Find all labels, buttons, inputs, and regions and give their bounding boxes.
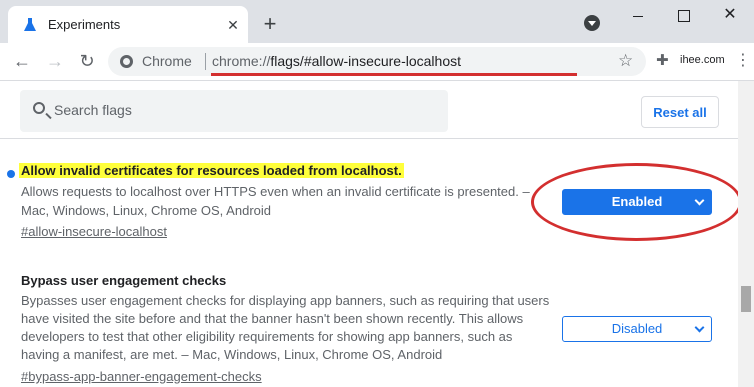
flask-icon xyxy=(24,18,36,31)
site-name: Chrome xyxy=(142,53,192,69)
flag-description-line: Mac, Windows, Linux, Chrome OS, Android xyxy=(21,203,271,218)
chrome-site-icon xyxy=(120,55,133,68)
flag-link-allow-insecure-localhost[interactable]: #allow-insecure-localhost xyxy=(21,224,167,239)
reload-icon[interactable]: ↻ xyxy=(77,51,97,71)
flag-description-line: Allows requests to localhost over HTTPS … xyxy=(21,184,530,199)
url-scheme: chrome:// xyxy=(212,53,271,69)
flag-description-line: developers to test that other eligibilit… xyxy=(21,329,513,344)
flags-header: Reset all xyxy=(0,81,738,139)
tab-search-icon[interactable] xyxy=(584,15,600,31)
close-window-button[interactable]: ✕ xyxy=(712,4,748,26)
profile-label[interactable]: ihee.com xyxy=(680,54,725,66)
flag-link-bypass-engagement[interactable]: #bypass-app-banner-engagement-checks xyxy=(21,369,262,384)
flag-description-line: have visited the site before and that th… xyxy=(21,311,524,326)
menu-icon[interactable]: ⋮ xyxy=(735,51,751,71)
tab-experiments[interactable]: Experiments ✕ xyxy=(8,6,248,43)
new-tab-button[interactable]: + xyxy=(258,12,282,36)
bookmark-star-icon[interactable]: ☆ xyxy=(618,51,633,71)
flag-title-allow-insecure-localhost: Allow invalid certificates for resources… xyxy=(19,163,404,178)
back-icon[interactable]: ← xyxy=(12,51,32,71)
tab-strip: Experiments ✕ + ✕ xyxy=(0,0,754,43)
url-annotation-underline xyxy=(211,73,577,76)
annotation-circle xyxy=(531,163,742,241)
forward-icon[interactable]: → xyxy=(45,51,65,71)
minimize-button[interactable] xyxy=(620,4,656,26)
url-path: flags/#allow-insecure-localhost xyxy=(270,53,462,69)
chevron-down-icon xyxy=(694,322,705,333)
select-value: Disabled xyxy=(611,321,663,336)
tab-title: Experiments xyxy=(48,17,121,32)
search-icon xyxy=(33,102,45,114)
flag-description-line: Bypasses user engagement checks for disp… xyxy=(21,293,550,308)
url-text[interactable]: chrome://flags/#allow-insecure-localhost xyxy=(212,53,461,69)
address-bar[interactable]: Chrome chrome://flags/#allow-insecure-lo… xyxy=(108,47,646,76)
scrollbar-thumb[interactable] xyxy=(741,286,751,312)
reset-all-button[interactable]: Reset all xyxy=(641,96,719,128)
search-box[interactable] xyxy=(20,90,448,132)
toolbar: ← → ↻ Chrome chrome://flags/#allow-insec… xyxy=(0,43,754,80)
flag-description-line: having a manifest, are met. – Mac, Windo… xyxy=(21,347,443,362)
modified-indicator-dot xyxy=(7,170,15,178)
close-tab-icon[interactable]: ✕ xyxy=(223,15,243,35)
search-input[interactable] xyxy=(54,102,434,118)
flag-select-bypass-engagement[interactable]: Disabled xyxy=(562,316,712,342)
extensions-puzzle-icon[interactable]: ✚ xyxy=(656,53,672,69)
address-divider xyxy=(205,53,206,70)
flag-title-bypass-engagement: Bypass user engagement checks xyxy=(21,273,227,288)
scrollbar[interactable] xyxy=(738,81,754,387)
maximize-button[interactable] xyxy=(665,4,701,26)
